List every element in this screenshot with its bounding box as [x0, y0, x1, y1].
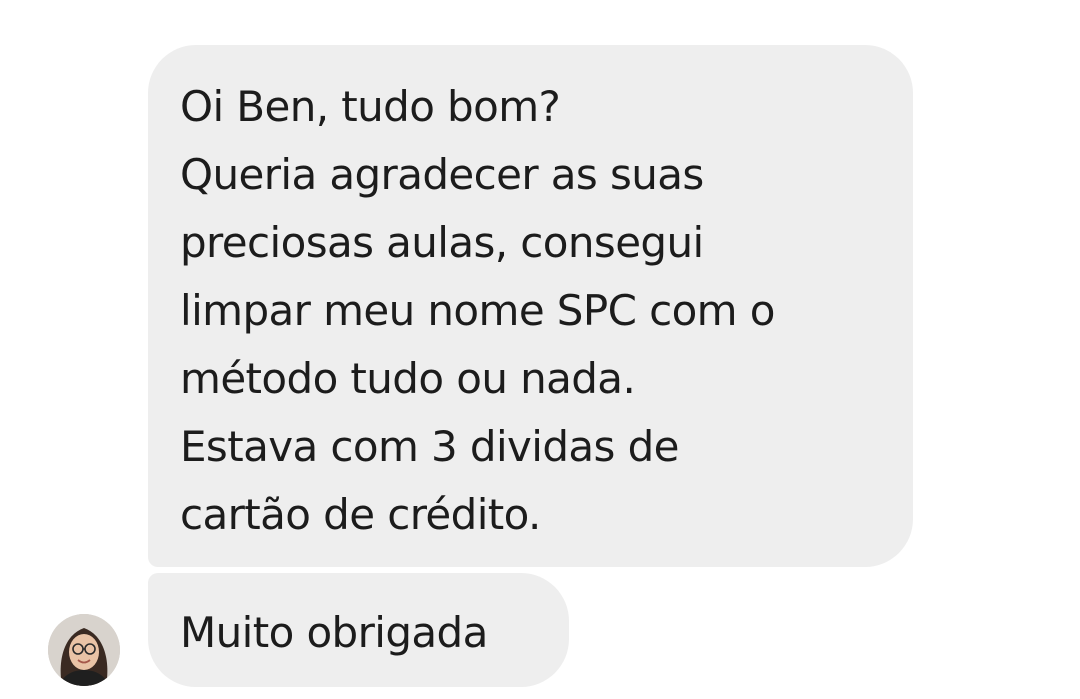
message-text-line: Estava com 3 dividas de — [180, 422, 679, 471]
sender-avatar[interactable] — [48, 614, 120, 686]
message-text-line: Oi Ben, tudo bom? — [180, 82, 561, 131]
message-text-line: preciosas aulas, consegui — [180, 218, 704, 267]
message-text-line: método tudo ou nada. — [180, 354, 636, 403]
chat-screen: Oi Ben, tudo bom? Queria agradecer as su… — [0, 0, 1080, 699]
message-bubble[interactable]: Muito obrigada — [148, 573, 569, 687]
message-text-line: Muito obrigada — [180, 608, 488, 657]
message-text-line: cartão de crédito. — [180, 490, 541, 539]
user-avatar-icon — [48, 614, 120, 686]
message-bubble[interactable]: Oi Ben, tudo bom? Queria agradecer as su… — [148, 45, 913, 567]
message-text-line: limpar meu nome SPC com o — [180, 286, 775, 335]
message-text-line: Queria agradecer as suas — [180, 150, 704, 199]
